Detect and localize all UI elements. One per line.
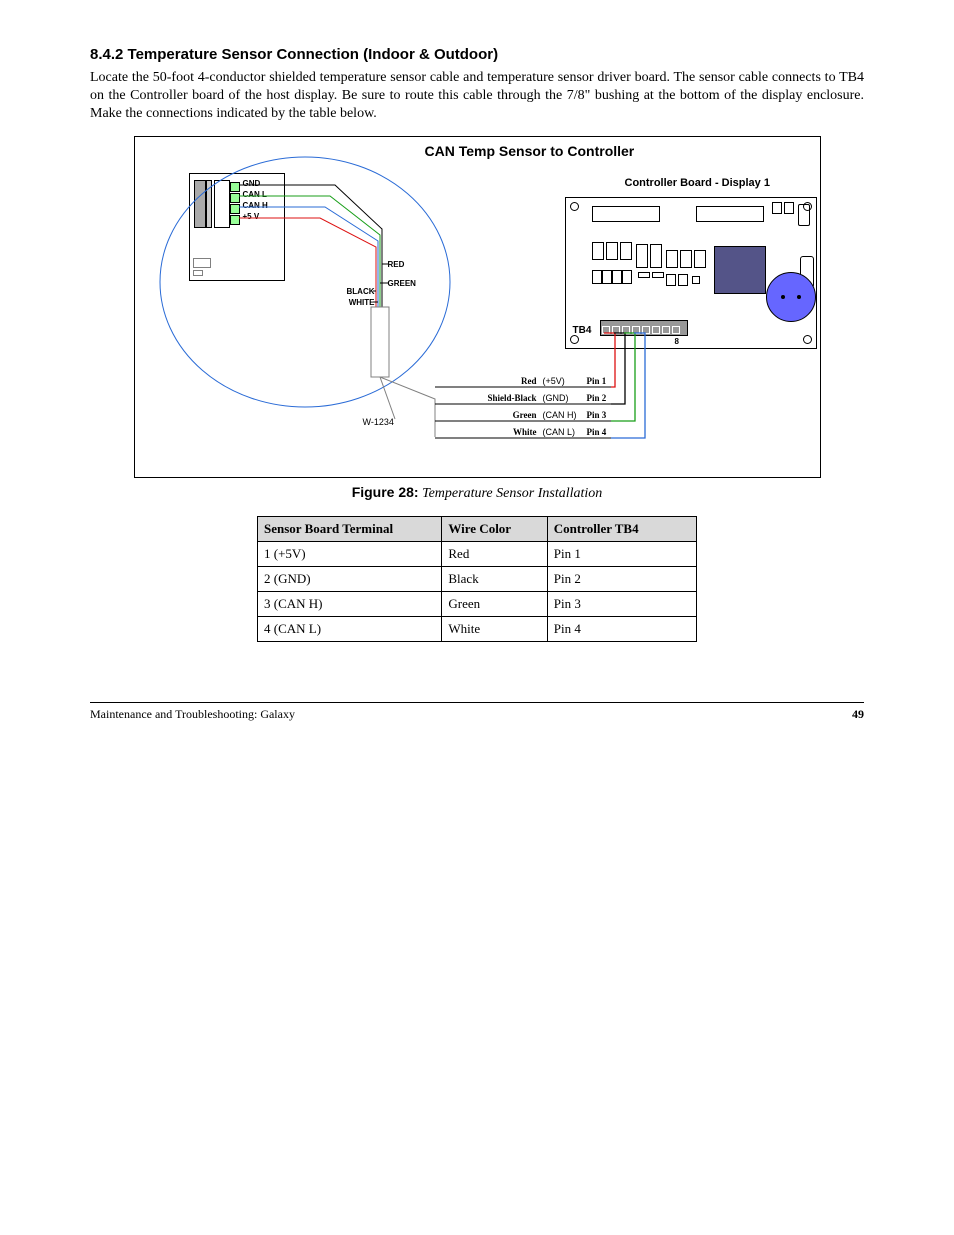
page-footer: Maintenance and Troubleshooting: Galaxy … bbox=[90, 702, 864, 722]
tb4-label: TB4 bbox=[573, 325, 592, 336]
pin-mapping-table: Sensor Board Terminal Wire Color Control… bbox=[257, 516, 697, 642]
wire-row-white-signal: (CAN L) bbox=[543, 427, 576, 437]
figure-number: Figure 28: bbox=[352, 484, 419, 500]
wire-row-black-color: Shield-Black bbox=[477, 393, 537, 403]
sensor-pin-canh: CAN H bbox=[243, 201, 268, 210]
figure-caption: Figure 28: Temperature Sensor Installati… bbox=[90, 484, 864, 502]
wire-row-green-color: Green bbox=[477, 410, 537, 420]
table-row: 2 (GND) Black Pin 2 bbox=[258, 566, 697, 591]
section-paragraph: Locate the 50-foot 4-conductor shielded … bbox=[90, 69, 864, 124]
figure-caption-text: Temperature Sensor Installation bbox=[422, 486, 602, 501]
cell-tb4: Pin 2 bbox=[547, 566, 696, 591]
sensor-pin-5v: +5 V bbox=[243, 212, 260, 221]
th-wire: Wire Color bbox=[442, 516, 547, 541]
wire-row-white-color: White bbox=[477, 427, 537, 437]
wire-row-red-signal: (+5V) bbox=[543, 376, 565, 386]
wire-row-green-signal: (CAN H) bbox=[543, 410, 577, 420]
cell-wire: Black bbox=[442, 566, 547, 591]
cable-id: W-1234 bbox=[363, 417, 394, 427]
wire-row-green-pin: Pin 3 bbox=[587, 410, 607, 420]
sensor-pin-canl: CAN L bbox=[243, 190, 267, 199]
sensor-pin-gnd: GND bbox=[243, 179, 261, 188]
wire-color-white: WHITE bbox=[325, 298, 375, 307]
table-row: 1 (+5V) Red Pin 1 bbox=[258, 541, 697, 566]
cell-wire: Red bbox=[442, 541, 547, 566]
sensor-board bbox=[189, 173, 285, 281]
controller-board-title: Controller Board - Display 1 bbox=[625, 177, 770, 189]
table-header-row: Sensor Board Terminal Wire Color Control… bbox=[258, 516, 697, 541]
cell-sensor: 3 (CAN H) bbox=[258, 591, 442, 616]
footer-left: Maintenance and Troubleshooting: Galaxy bbox=[90, 707, 295, 722]
wire-row-white-pin: Pin 4 bbox=[587, 427, 607, 437]
table-row: 3 (CAN H) Green Pin 3 bbox=[258, 591, 697, 616]
wire-row-red-color: Red bbox=[477, 376, 537, 386]
controller-board bbox=[565, 197, 817, 349]
wire-color-black: BLACK bbox=[325, 287, 375, 296]
cell-sensor: 2 (GND) bbox=[258, 566, 442, 591]
footer-right: 49 bbox=[852, 707, 864, 722]
tb4-pin8-label: 8 bbox=[675, 337, 679, 346]
cell-tb4: Pin 4 bbox=[547, 616, 696, 641]
table-body: 1 (+5V) Red Pin 1 2 (GND) Black Pin 2 3 … bbox=[258, 541, 697, 641]
wire-row-black-pin: Pin 2 bbox=[587, 393, 607, 403]
diagram-title: CAN Temp Sensor to Controller bbox=[425, 143, 635, 159]
cell-wire: Green bbox=[442, 591, 547, 616]
wiring-diagram: CAN Temp Sensor to Controller GND CAN L … bbox=[134, 136, 821, 478]
cell-wire: White bbox=[442, 616, 547, 641]
wire-color-green: GREEN bbox=[388, 279, 416, 288]
wire-color-red: RED bbox=[388, 260, 405, 269]
tb4-terminal-block bbox=[600, 320, 688, 336]
wire-row-red-pin: Pin 1 bbox=[587, 376, 607, 386]
th-sensor: Sensor Board Terminal bbox=[258, 516, 442, 541]
table-row: 4 (CAN L) White Pin 4 bbox=[258, 616, 697, 641]
cell-tb4: Pin 1 bbox=[547, 541, 696, 566]
section-title: 8.4.2 Temperature Sensor Connection (Ind… bbox=[90, 46, 864, 63]
cell-sensor: 1 (+5V) bbox=[258, 541, 442, 566]
cell-tb4: Pin 3 bbox=[547, 591, 696, 616]
cell-sensor: 4 (CAN L) bbox=[258, 616, 442, 641]
wire-row-black-signal: (GND) bbox=[543, 393, 569, 403]
th-tb4: Controller TB4 bbox=[547, 516, 696, 541]
